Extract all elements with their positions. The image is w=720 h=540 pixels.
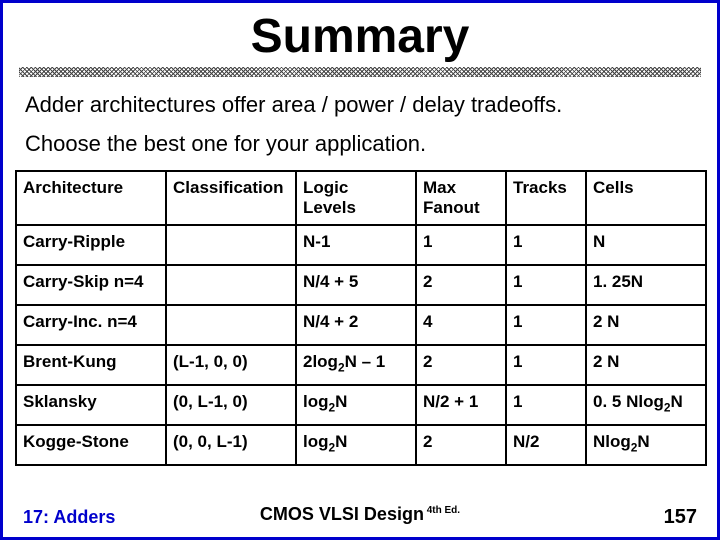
td-classification: (0, L-1, 0) [166, 385, 296, 425]
body-line-1: Adder architectures offer area / power /… [25, 91, 695, 120]
td-classification [166, 265, 296, 305]
td-tracks: 1 [506, 225, 586, 265]
table-row: Kogge-Stone(0, 0, L-1)log2N2N/2Nlog2N [16, 425, 706, 465]
td-cells: 2 N [586, 345, 706, 385]
th-levels: Levels [303, 198, 356, 217]
td-logic-levels: log2N [296, 385, 416, 425]
td-tracks: 1 [506, 265, 586, 305]
td-architecture: Carry-Ripple [16, 225, 166, 265]
td-cells: 0. 5 Nlog2N [586, 385, 706, 425]
td-max-fanout: 1 [416, 225, 506, 265]
th-fanout: Fanout [423, 198, 480, 217]
footer-left: 17: Adders [23, 507, 115, 528]
td-classification [166, 225, 296, 265]
table-row: Brent-Kung(L-1, 0, 0)2log2N – 1212 N [16, 345, 706, 385]
td-max-fanout: 2 [416, 425, 506, 465]
td-cells: Nlog2N [586, 425, 706, 465]
td-tracks: 1 [506, 305, 586, 345]
td-max-fanout: 2 [416, 345, 506, 385]
td-logic-levels: N/4 + 2 [296, 305, 416, 345]
th-tracks: Tracks [506, 171, 586, 225]
td-tracks: N/2 [506, 425, 586, 465]
body-line-2: Choose the best one for your application… [25, 130, 695, 159]
th-architecture: Architecture [16, 171, 166, 225]
table-row: Sklansky(0, L-1, 0)log2NN/2 + 110. 5 Nlo… [16, 385, 706, 425]
th-logic-levels: Logic Levels [296, 171, 416, 225]
td-tracks: 1 [506, 345, 586, 385]
footer-center-main: CMOS VLSI Design [260, 504, 424, 524]
th-max-fanout: Max Fanout [416, 171, 506, 225]
td-architecture: Carry-Skip n=4 [16, 265, 166, 305]
td-classification: (L-1, 0, 0) [166, 345, 296, 385]
table-row: Carry-RippleN-111N [16, 225, 706, 265]
th-logic: Logic [303, 178, 348, 197]
td-max-fanout: 4 [416, 305, 506, 345]
td-cells: 2 N [586, 305, 706, 345]
footer-center: CMOS VLSI Design 4th Ed. [260, 504, 460, 525]
adder-table: Architecture Classification Logic Levels… [15, 170, 707, 466]
footer-center-edition: 4th Ed. [424, 505, 460, 516]
td-max-fanout: N/2 + 1 [416, 385, 506, 425]
td-logic-levels: log2N [296, 425, 416, 465]
td-logic-levels: N/4 + 5 [296, 265, 416, 305]
td-logic-levels: N-1 [296, 225, 416, 265]
td-max-fanout: 2 [416, 265, 506, 305]
td-classification [166, 305, 296, 345]
td-architecture: Carry-Inc. n=4 [16, 305, 166, 345]
slide-title: Summary [15, 13, 705, 61]
td-cells: 1. 25N [586, 265, 706, 305]
td-cells: N [586, 225, 706, 265]
td-classification: (0, 0, L-1) [166, 425, 296, 465]
th-classification: Classification [166, 171, 296, 225]
table-row: Carry-Skip n=4 N/4 + 5211. 25N [16, 265, 706, 305]
th-max: Max [423, 178, 456, 197]
table-row: Carry-Inc. n=4 N/4 + 2412 N [16, 305, 706, 345]
td-architecture: Sklansky [16, 385, 166, 425]
page-number: 157 [664, 506, 697, 529]
th-cells: Cells [586, 171, 706, 225]
title-underline [19, 67, 701, 77]
td-logic-levels: 2log2N – 1 [296, 345, 416, 385]
td-tracks: 1 [506, 385, 586, 425]
slide: Summary Adder architectures offer area /… [0, 0, 720, 540]
td-architecture: Brent-Kung [16, 345, 166, 385]
footer: 17: Adders CMOS VLSI Design 4th Ed. 157 [15, 500, 705, 529]
td-architecture: Kogge-Stone [16, 425, 166, 465]
table-header-row: Architecture Classification Logic Levels… [16, 171, 706, 225]
